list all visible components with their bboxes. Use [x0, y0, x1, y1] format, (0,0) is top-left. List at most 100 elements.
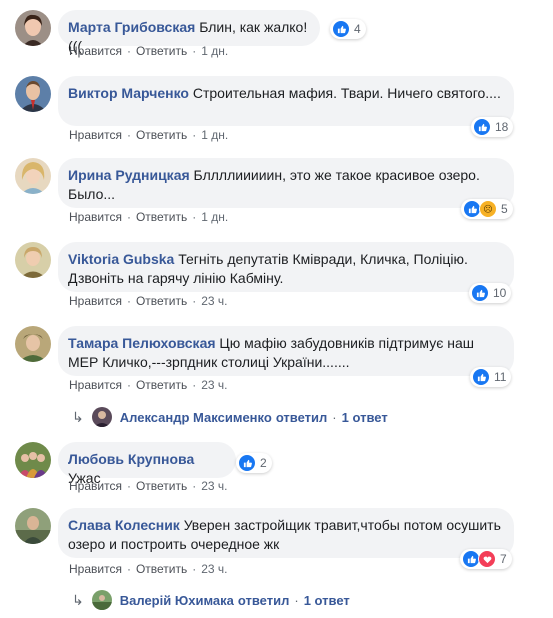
- comment-time[interactable]: 23 ч.: [201, 378, 227, 392]
- comment-author[interactable]: Любовь Крупнова: [68, 451, 194, 467]
- separator: ·: [192, 562, 197, 576]
- replies-summary[interactable]: ↳ Александр Максименко ответил · 1 ответ: [72, 407, 388, 427]
- comment-time[interactable]: 23 ч.: [201, 479, 227, 493]
- separator: ·: [126, 479, 131, 493]
- separator: ·: [192, 378, 197, 392]
- comment-author[interactable]: Тамара Пелюховская: [68, 335, 216, 351]
- reaction-number: 18: [495, 120, 509, 134]
- comment-bubble: Любовь Крупнова Ужас: [58, 442, 236, 486]
- separator: ·: [332, 409, 337, 425]
- comments-feed: Марта Грибовская Блин, как жалко!((( 4 Н…: [0, 0, 553, 618]
- like-icon: [472, 368, 490, 386]
- like-link[interactable]: Нравится: [69, 128, 122, 142]
- comment-author[interactable]: Слава Колесник: [68, 517, 180, 533]
- reply-link[interactable]: Ответить: [136, 44, 187, 58]
- reply-arrow-icon: ↳: [72, 408, 84, 425]
- separator: ·: [126, 294, 131, 308]
- comment-time[interactable]: 1 дн.: [201, 210, 228, 224]
- avatar[interactable]: [15, 158, 51, 194]
- reaction-number: 7: [500, 552, 507, 566]
- reaction-count[interactable]: ☹ 5: [461, 199, 513, 219]
- separator: ·: [126, 210, 131, 224]
- comment-bubble: Viktoria Gubska Тегніть депутатів Кмівра…: [58, 242, 514, 292]
- comment-actions: Нравится · Ответить · 23 ч.: [69, 293, 228, 309]
- avatar[interactable]: [15, 442, 51, 478]
- separator: ·: [126, 128, 131, 142]
- comment-actions: Нравится · Ответить · 1 дн.: [69, 43, 228, 59]
- reaction-count[interactable]: 10: [469, 283, 512, 303]
- comment-time[interactable]: 1 дн.: [201, 128, 228, 142]
- comment-bubble: Виктор Марченко Строительная мафия. Твар…: [58, 76, 514, 126]
- avatar[interactable]: [15, 242, 51, 278]
- reaction-number: 5: [501, 202, 508, 216]
- avatar[interactable]: [15, 508, 51, 544]
- avatar[interactable]: [15, 76, 51, 112]
- comment-bubble: Ирина Рудницкая Бллллииииин, это же тако…: [58, 158, 514, 208]
- reaction-count[interactable]: 18: [471, 117, 514, 137]
- reply-link[interactable]: Ответить: [136, 128, 187, 142]
- comment-author[interactable]: Ирина Рудницкая: [68, 167, 190, 183]
- like-icon: [238, 454, 256, 472]
- like-link[interactable]: Нравится: [69, 44, 122, 58]
- comment-bubble: Тамара Пелюховская Цю мафію забудовників…: [58, 326, 514, 376]
- reply-author[interactable]: Валерій Юхимака: [120, 593, 234, 608]
- reaction-count[interactable]: 7: [460, 549, 512, 569]
- like-link[interactable]: Нравится: [69, 562, 122, 576]
- replies-summary[interactable]: ↳ Валерій Юхимака ответил · 1 ответ: [72, 590, 350, 610]
- reply-arrow-icon: ↳: [72, 591, 84, 608]
- reaction-count[interactable]: 11: [470, 367, 512, 387]
- reply-link[interactable]: Ответить: [136, 562, 187, 576]
- reply-author[interactable]: Александр Максименко: [120, 410, 272, 425]
- comment-actions: Нравится · Ответить · 23 ч.: [69, 561, 228, 577]
- comment-bubble: Слава Колесник Уверен застройщик травит,…: [58, 508, 514, 558]
- comment-author[interactable]: Viktoria Gubska: [68, 251, 174, 267]
- reply-link[interactable]: Ответить: [136, 479, 187, 493]
- separator: ·: [192, 44, 197, 58]
- separator: ·: [126, 44, 131, 58]
- reply-verb: ответил: [275, 409, 328, 425]
- reaction-number: 11: [494, 370, 507, 384]
- reaction-number: 2: [260, 456, 267, 470]
- like-link[interactable]: Нравится: [69, 479, 122, 493]
- reply-link[interactable]: Ответить: [136, 378, 187, 392]
- comment-time[interactable]: 1 дн.: [201, 44, 228, 58]
- reaction-number: 4: [354, 22, 361, 36]
- comment-author[interactable]: Виктор Марченко: [68, 85, 189, 101]
- reaction-count[interactable]: 2: [236, 453, 272, 473]
- reply-count[interactable]: 1 ответ: [304, 593, 350, 608]
- comment-actions: Нравится · Ответить · 23 ч.: [69, 377, 228, 393]
- comment-bubble: Марта Грибовская Блин, как жалко!(((: [58, 10, 320, 54]
- avatar[interactable]: [15, 10, 51, 46]
- comment-text: Строительная мафия. Твари. Ничего святог…: [192, 85, 501, 101]
- reply-count[interactable]: 1 ответ: [342, 410, 388, 425]
- like-icon: [332, 20, 350, 38]
- avatar[interactable]: [15, 326, 51, 362]
- separator: ·: [192, 128, 197, 142]
- like-icon: [473, 118, 491, 136]
- love-icon: [478, 550, 496, 568]
- like-link[interactable]: Нравится: [69, 378, 122, 392]
- reply-link[interactable]: Ответить: [136, 210, 187, 224]
- separator: ·: [294, 592, 299, 608]
- reply-avatar: [91, 407, 112, 427]
- comment-author[interactable]: Марта Грибовская: [68, 19, 195, 35]
- separator: ·: [192, 479, 197, 493]
- comment-time[interactable]: 23 ч.: [201, 562, 227, 576]
- separator: ·: [192, 294, 197, 308]
- reaction-count[interactable]: 4: [330, 19, 366, 39]
- like-link[interactable]: Нравится: [69, 294, 122, 308]
- separator: ·: [126, 378, 131, 392]
- comment-actions: Нравится · Ответить · 1 дн.: [69, 127, 228, 143]
- reaction-number: 10: [493, 286, 507, 300]
- like-icon: [471, 284, 489, 302]
- comment-actions: Нравится · Ответить · 23 ч.: [69, 478, 228, 494]
- separator: ·: [192, 210, 197, 224]
- comment-time[interactable]: 23 ч.: [201, 294, 227, 308]
- like-link[interactable]: Нравится: [69, 210, 122, 224]
- sad-icon: ☹: [479, 200, 497, 218]
- reply-verb: ответил: [237, 592, 290, 608]
- comment-actions: Нравится · Ответить · 1 дн.: [69, 209, 228, 225]
- reply-avatar: [91, 590, 112, 610]
- reply-link[interactable]: Ответить: [136, 294, 187, 308]
- separator: ·: [126, 562, 131, 576]
